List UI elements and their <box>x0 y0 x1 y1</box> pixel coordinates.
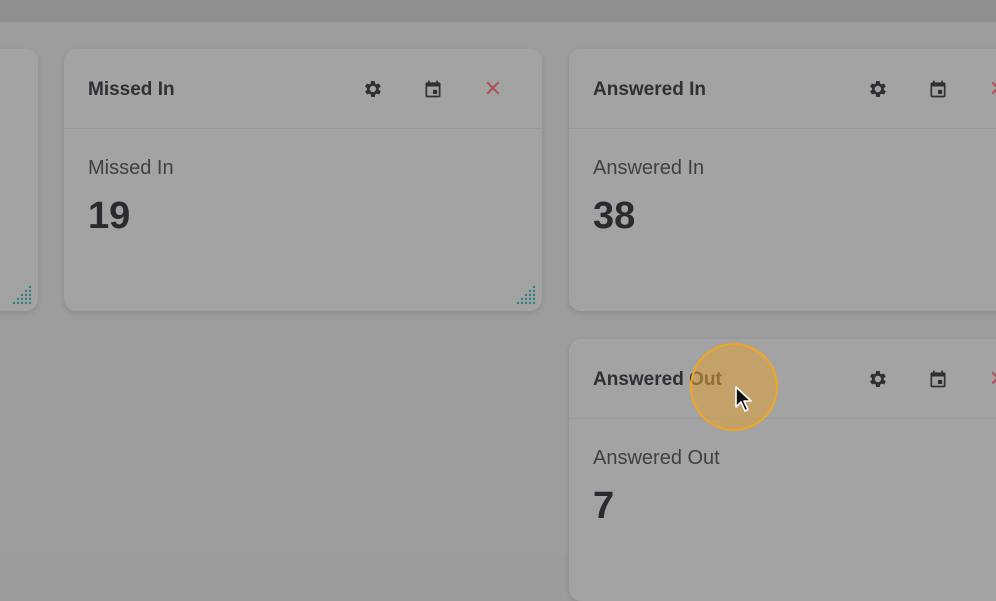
top-bar <box>0 0 996 23</box>
widget-title: Missed In <box>88 79 175 100</box>
close-icon: ✕ <box>483 76 503 101</box>
close-icon: ✕ <box>989 368 996 390</box>
resize-grip-icon[interactable] <box>514 283 536 305</box>
metric-value: 7 <box>593 485 615 527</box>
settings-button[interactable] <box>360 77 384 101</box>
calendar-button[interactable] <box>926 367 950 391</box>
dashboard-canvas: Missed In ✕ Missed In 19 Answered In Ans… <box>0 22 996 601</box>
metric-label: Answered Out <box>593 447 720 469</box>
calendar-button[interactable] <box>926 77 950 101</box>
gear-icon <box>870 81 886 97</box>
calendar-button[interactable] <box>421 77 445 101</box>
gear-icon <box>870 371 886 387</box>
widget-card-missed-in: Missed In ✕ Missed In 19 <box>64 49 542 311</box>
settings-button[interactable] <box>865 367 889 391</box>
gear-icon <box>365 81 381 97</box>
calendar-icon <box>930 370 946 388</box>
calendar-icon <box>425 80 441 98</box>
close-button[interactable]: ✕ <box>986 367 996 391</box>
metric-label: Answered In <box>593 157 705 179</box>
widget-header: Answered Out ✕ <box>569 339 996 419</box>
widget-header: Answered In ✕ <box>569 49 996 129</box>
metric-value: 38 <box>593 195 636 237</box>
metric-label: Missed In <box>88 157 174 179</box>
settings-button[interactable] <box>865 77 889 101</box>
close-button[interactable]: ✕ <box>481 77 505 101</box>
resize-grip-icon[interactable] <box>10 283 32 305</box>
close-icon: ✕ <box>989 78 996 100</box>
widget-card-answered-out: Answered Out ✕ Answered Out 7 <box>569 339 996 601</box>
widget-card-partial <box>0 49 38 311</box>
close-button[interactable]: ✕ <box>986 77 996 101</box>
widget-card-answered-in: Answered In ✕ Answered In 38 <box>569 49 996 311</box>
widget-title: Answered In <box>593 79 706 100</box>
widget-header: Missed In ✕ <box>64 49 542 129</box>
mouse-pointer-icon <box>735 386 752 412</box>
calendar-icon <box>930 80 946 98</box>
metric-value: 19 <box>88 195 131 237</box>
